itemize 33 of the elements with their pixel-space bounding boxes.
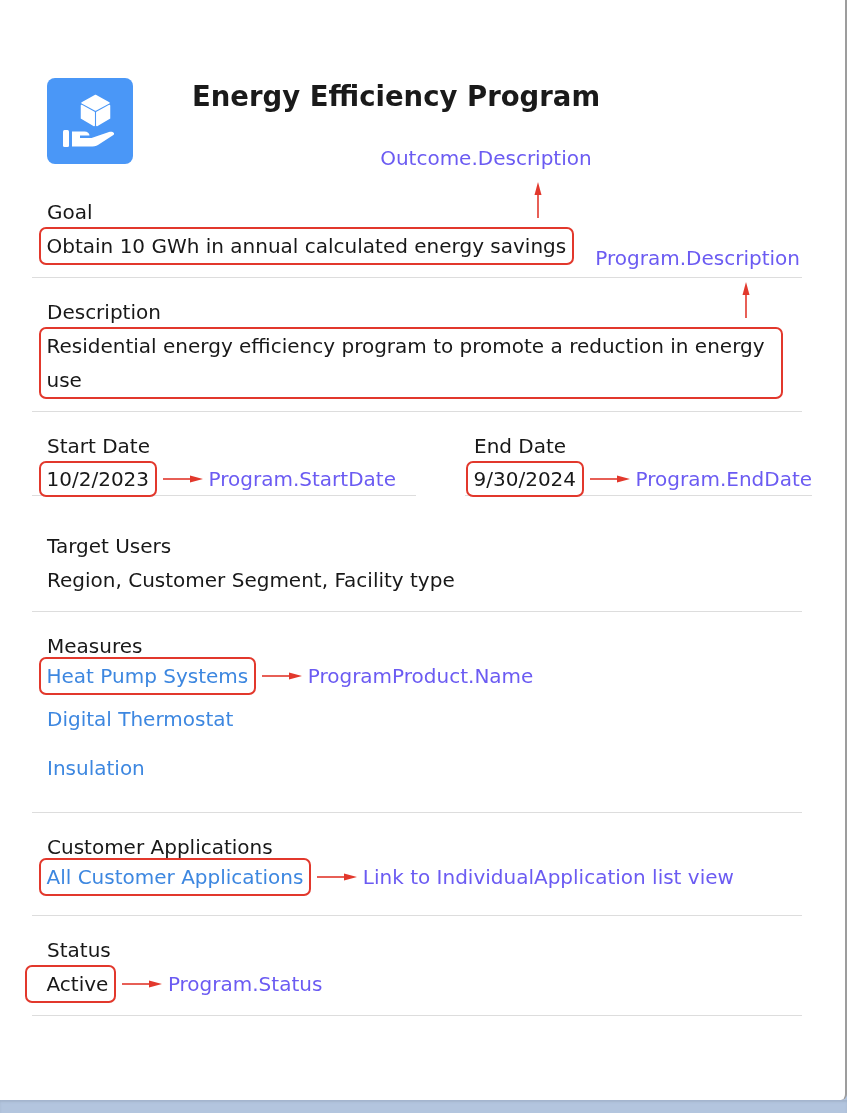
right-arrow-icon [261, 670, 302, 682]
field-value: Obtain 10 GWh in annual calculated energy savings [46, 233, 567, 260]
annotation-label: Outcome.Description [380, 145, 592, 171]
field-label: Customer Applications [47, 834, 273, 861]
field-label: Description [47, 299, 161, 326]
annotation-label: Program.Status [167, 971, 323, 997]
record-link[interactable]: Insulation [47, 749, 145, 787]
record-link[interactable]: All Customer Applications [46, 860, 304, 894]
annotation-label: Link to IndividualApplication list view [362, 864, 734, 890]
box-in-hand-icon [47, 78, 133, 164]
annotation-label: Program.Description [595, 245, 800, 271]
right-arrow-icon [316, 871, 357, 883]
field-label: Status [47, 937, 111, 964]
record-link[interactable]: Heat Pump Systems [46, 659, 249, 693]
field-value: Active [46, 971, 109, 998]
field-label: Target Users [47, 533, 172, 560]
field-label: Measures [47, 633, 143, 660]
field-value: 9/30/2024 [473, 466, 577, 493]
field-value: Residential energy efficiency program to promote a reduction in energy use [46, 333, 766, 394]
field-label: Start Date [47, 433, 151, 460]
up-arrow-icon [740, 282, 752, 318]
record-title: Energy Efficiency Program [192, 79, 601, 114]
right-arrow-icon [121, 978, 162, 990]
field-label: Goal [47, 199, 93, 226]
right-arrow-icon [589, 473, 630, 485]
annotation-label: Program.StartDate [208, 466, 396, 492]
right-arrow-icon [162, 473, 203, 485]
annotation-label: ProgramProduct.Name [307, 663, 534, 689]
field-label: End Date [474, 433, 567, 460]
annotation-label: Program.EndDate [635, 466, 813, 492]
field-value: 10/2/2023 [46, 466, 150, 493]
field-value: Region, Customer Segment, Facility type [47, 567, 455, 594]
record-link[interactable]: Digital Thermostat [47, 700, 234, 738]
